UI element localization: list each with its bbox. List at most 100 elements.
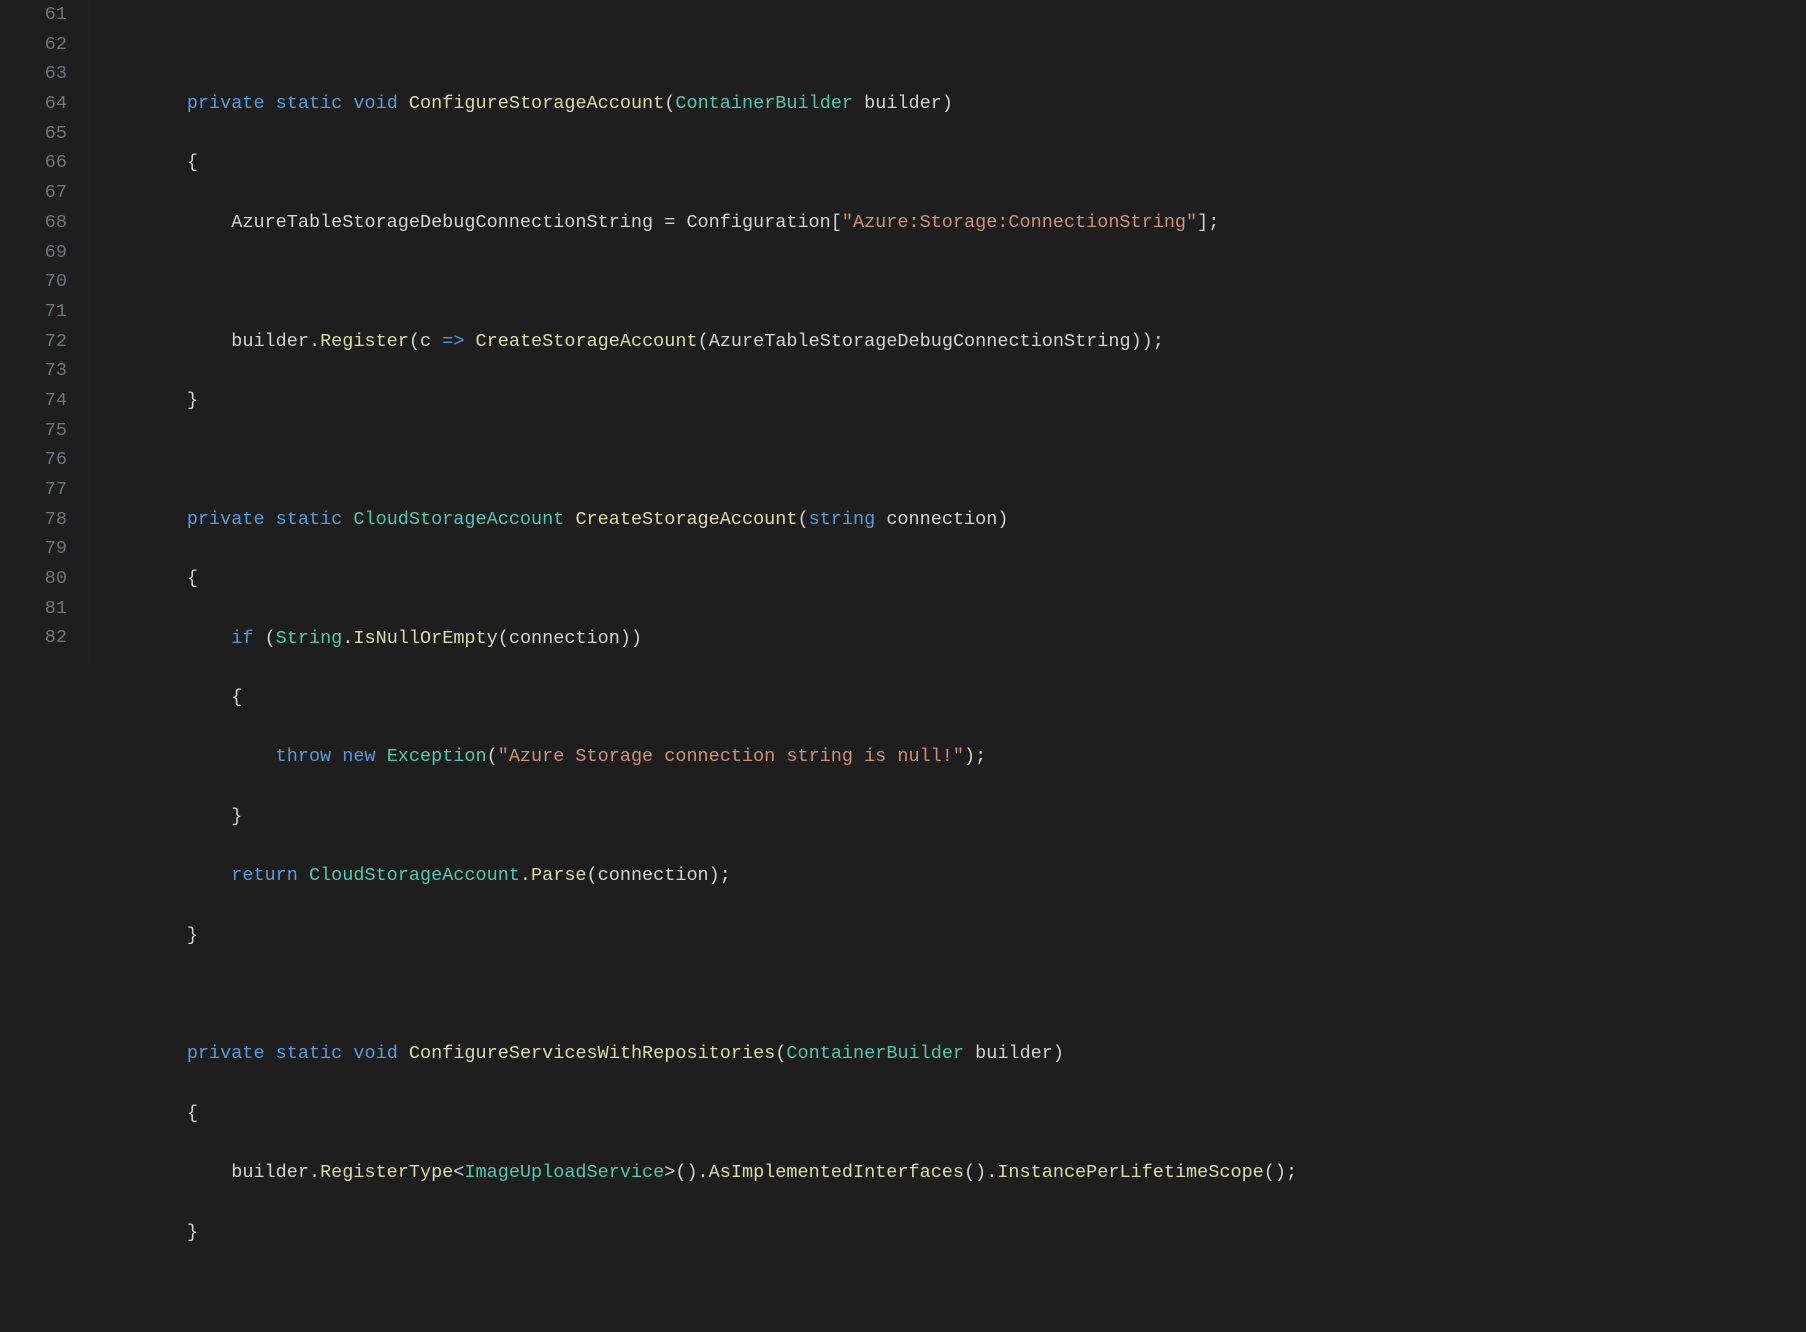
code-line[interactable]: { <box>98 564 1806 594</box>
type-name: CloudStorageAccount <box>309 865 520 886</box>
keyword: static <box>276 1043 343 1064</box>
identifier: builder <box>231 1162 309 1183</box>
code-line[interactable] <box>98 30 1806 60</box>
code-line[interactable]: private static void ConfigureServicesWit… <box>98 1039 1806 1069</box>
dot: . <box>520 865 531 886</box>
method-name: RegisterType <box>320 1162 453 1183</box>
line-number: 63 <box>18 59 67 89</box>
string-literal: "Azure:Storage:ConnectionString" <box>842 212 1197 233</box>
method-name: InstancePerLifetimeScope <box>997 1162 1263 1183</box>
code-line[interactable] <box>98 267 1806 297</box>
line-number: 69 <box>18 238 67 268</box>
keyword: return <box>231 865 298 886</box>
paren: (); <box>1264 1162 1297 1183</box>
code-line[interactable]: { <box>98 683 1806 713</box>
bracket: [ <box>831 212 842 233</box>
paren: ( <box>797 509 808 530</box>
line-number: 78 <box>18 505 67 535</box>
line-number: 74 <box>18 386 67 416</box>
type-name: ContainerBuilder <box>675 93 853 114</box>
line-number: 77 <box>18 475 67 505</box>
arrow: => <box>442 331 464 352</box>
identifier: connection <box>598 865 709 886</box>
code-line[interactable]: } <box>98 921 1806 951</box>
dot: . <box>309 1162 320 1183</box>
keyword: private <box>187 93 265 114</box>
paren: ( <box>698 331 709 352</box>
code-line[interactable]: } <box>98 802 1806 832</box>
line-number: 66 <box>18 148 67 178</box>
keyword: private <box>187 509 265 530</box>
line-number: 67 <box>18 178 67 208</box>
paren: ) <box>997 509 1008 530</box>
code-line[interactable]: throw new Exception("Azure Storage conne… <box>98 742 1806 772</box>
paren: (). <box>964 1162 997 1183</box>
line-number: 73 <box>18 356 67 386</box>
paren: ( <box>487 746 498 767</box>
parameter: builder <box>864 93 942 114</box>
method-name: Parse <box>531 865 587 886</box>
type-name: CloudStorageAccount <box>353 509 564 530</box>
keyword: throw <box>276 746 332 767</box>
dot: . <box>309 331 320 352</box>
keyword: void <box>353 93 397 114</box>
paren: ( <box>587 865 598 886</box>
type-name: ImageUploadService <box>464 1162 664 1183</box>
code-line[interactable] <box>98 1277 1806 1307</box>
method-name: AsImplementedInterfaces <box>709 1162 964 1183</box>
identifier: Configuration <box>686 212 830 233</box>
identifier: builder <box>231 331 309 352</box>
line-number: 61 <box>18 0 67 30</box>
line-number: 79 <box>18 534 67 564</box>
type-name: Exception <box>387 746 487 767</box>
code-line[interactable] <box>98 445 1806 475</box>
code-line[interactable]: } <box>98 1218 1806 1248</box>
code-line[interactable]: private static void ConfigureStorageAcco… <box>98 89 1806 119</box>
keyword: void <box>353 1043 397 1064</box>
method-name: Register <box>320 331 409 352</box>
line-number: 65 <box>18 119 67 149</box>
method-name: IsNullOrEmpty <box>353 628 497 649</box>
line-number: 68 <box>18 208 67 238</box>
parameter: connection <box>886 509 997 530</box>
type-name: String <box>276 628 343 649</box>
code-editor: 6162636465666768697071727374757677787980… <box>0 0 1806 666</box>
code-line[interactable]: return CloudStorageAccount.Parse(connect… <box>98 861 1806 891</box>
operator: = <box>664 212 675 233</box>
code-line[interactable]: if (String.IsNullOrEmpty(connection)) <box>98 624 1806 654</box>
parameter: c <box>420 331 431 352</box>
paren: ( <box>664 93 675 114</box>
type-name: ContainerBuilder <box>786 1043 964 1064</box>
paren: ( <box>409 331 420 352</box>
angle: < <box>453 1162 464 1183</box>
keyword: new <box>342 746 375 767</box>
code-line[interactable]: } <box>98 386 1806 416</box>
line-number: 80 <box>18 564 67 594</box>
angle: >(). <box>664 1162 708 1183</box>
paren: )) <box>620 628 642 649</box>
code-content[interactable]: private static void ConfigureStorageAcco… <box>90 0 1806 666</box>
code-line[interactable]: AzureTableStorageDebugConnectionString =… <box>98 208 1806 238</box>
method-name: CreateStorageAccount <box>575 509 797 530</box>
parameter: builder <box>975 1043 1053 1064</box>
paren: ); <box>709 865 731 886</box>
line-number: 81 <box>18 594 67 624</box>
method-name: CreateStorageAccount <box>476 331 698 352</box>
keyword: static <box>276 509 343 530</box>
code-line[interactable]: private static CloudStorageAccount Creat… <box>98 505 1806 535</box>
line-number: 75 <box>18 416 67 446</box>
code-line[interactable]: { <box>98 1099 1806 1129</box>
line-number: 76 <box>18 445 67 475</box>
line-number: 70 <box>18 267 67 297</box>
code-line[interactable] <box>98 980 1806 1010</box>
line-number: 82 <box>18 623 67 653</box>
code-line[interactable]: { <box>98 148 1806 178</box>
identifier: AzureTableStorageDebugConnectionString <box>231 212 653 233</box>
paren: ); <box>964 746 986 767</box>
line-number: 64 <box>18 89 67 119</box>
paren: ) <box>1053 1043 1064 1064</box>
identifier: connection <box>509 628 620 649</box>
paren: ( <box>775 1043 786 1064</box>
code-line[interactable]: builder.RegisterType<ImageUploadService>… <box>98 1158 1806 1188</box>
code-line[interactable]: builder.Register(c => CreateStorageAccou… <box>98 327 1806 357</box>
